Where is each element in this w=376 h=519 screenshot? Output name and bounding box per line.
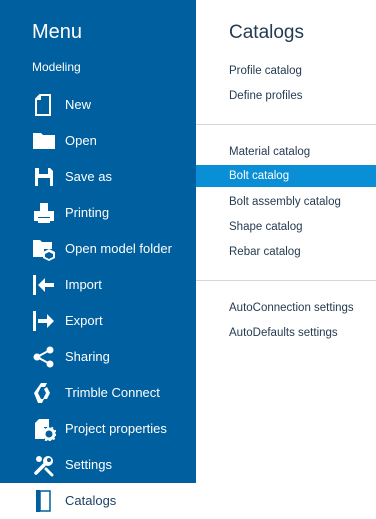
- define-profiles-label: Define profiles: [229, 90, 303, 102]
- main-menu: Menu Modeling New Open Save as Printing …: [0, 0, 196, 519]
- model-folder-icon: [32, 237, 56, 261]
- printer-icon: [32, 201, 56, 225]
- bolt-assembly-catalog-link[interactable]: Bolt assembly catalog: [196, 191, 376, 213]
- menu-item-label: New: [65, 97, 92, 112]
- autodefaults-settings-link[interactable]: AutoDefaults settings: [196, 322, 376, 344]
- material-catalog-label: Material catalog: [229, 146, 311, 158]
- project-properties-icon: [32, 417, 56, 441]
- autoconnection-settings-link[interactable]: AutoConnection settings: [196, 297, 376, 319]
- app-root: Menu Modeling New Open Save as Printing …: [0, 0, 376, 519]
- catalogs-icon: [32, 489, 56, 513]
- menu-item-label: Catalogs: [65, 493, 117, 508]
- panel-title: Catalogs: [229, 22, 304, 43]
- export-icon: [32, 309, 56, 333]
- menu-item-printing[interactable]: Printing: [0, 195, 196, 231]
- shape-catalog-label: Shape catalog: [229, 221, 303, 233]
- menu-list: New Open Save as Printing Open model fol…: [0, 87, 196, 519]
- autodefaults-settings-label: AutoDefaults settings: [229, 327, 338, 339]
- menu-item-label: Trimble Connect: [65, 385, 160, 400]
- divider: [196, 124, 376, 125]
- menu-item-new[interactable]: New: [0, 87, 196, 123]
- menu-item-label: Open model folder: [65, 241, 172, 256]
- define-profiles-link[interactable]: Define profiles: [196, 85, 376, 107]
- menu-item-catalogs[interactable]: Catalogs: [0, 483, 196, 519]
- trimble-connect-icon: [32, 381, 56, 405]
- folder-icon: [32, 129, 56, 153]
- menu-item-project-properties[interactable]: Project properties: [0, 411, 196, 447]
- menu-item-label: Printing: [65, 205, 110, 220]
- share-icon: [32, 345, 56, 369]
- menu-item-label: Sharing: [65, 349, 110, 364]
- new-file-icon: [32, 93, 56, 117]
- rebar-catalog-label: Rebar catalog: [229, 246, 301, 258]
- menu-item-import[interactable]: Import: [0, 267, 196, 303]
- menu-item-export[interactable]: Export: [0, 303, 196, 339]
- save-icon: [32, 165, 56, 189]
- menu-item-label: Save as: [65, 169, 112, 184]
- import-icon: [32, 273, 56, 297]
- rebar-catalog-link[interactable]: Rebar catalog: [196, 241, 376, 263]
- menu-title: Menu: [32, 21, 83, 43]
- menu-subtitle: Modeling: [32, 60, 81, 74]
- profile-catalog-link[interactable]: Profile catalog: [196, 60, 376, 82]
- menu-item-label: Import: [65, 277, 102, 292]
- bolt-catalog-link[interactable]: Bolt catalog: [196, 165, 376, 187]
- menu-item-label: Project properties: [65, 421, 167, 436]
- menu-item-open[interactable]: Open: [0, 123, 196, 159]
- settings-icon: [32, 453, 56, 477]
- menu-item-label: Settings: [65, 457, 112, 472]
- menu-item-label: Export: [65, 313, 103, 328]
- profile-catalog-label: Profile catalog: [229, 65, 302, 77]
- bolt-assembly-catalog-label: Bolt assembly catalog: [229, 196, 341, 208]
- menu-item-settings[interactable]: Settings: [0, 447, 196, 483]
- menu-item-sharing[interactable]: Sharing: [0, 339, 196, 375]
- material-catalog-link[interactable]: Material catalog: [196, 141, 376, 163]
- menu-item-trimble-connect[interactable]: Trimble Connect: [0, 375, 196, 411]
- bolt-catalog-label: Bolt catalog: [229, 170, 290, 182]
- autoconnection-settings-label: AutoConnection settings: [229, 302, 354, 314]
- menu-item-open-model-folder[interactable]: Open model folder: [0, 231, 196, 267]
- shape-catalog-link[interactable]: Shape catalog: [196, 216, 376, 238]
- catalogs-panel: Catalogs Profile catalog Define profiles…: [196, 0, 376, 519]
- divider: [196, 280, 376, 281]
- menu-item-label: Open: [65, 133, 97, 148]
- menu-item-save-as[interactable]: Save as: [0, 159, 196, 195]
